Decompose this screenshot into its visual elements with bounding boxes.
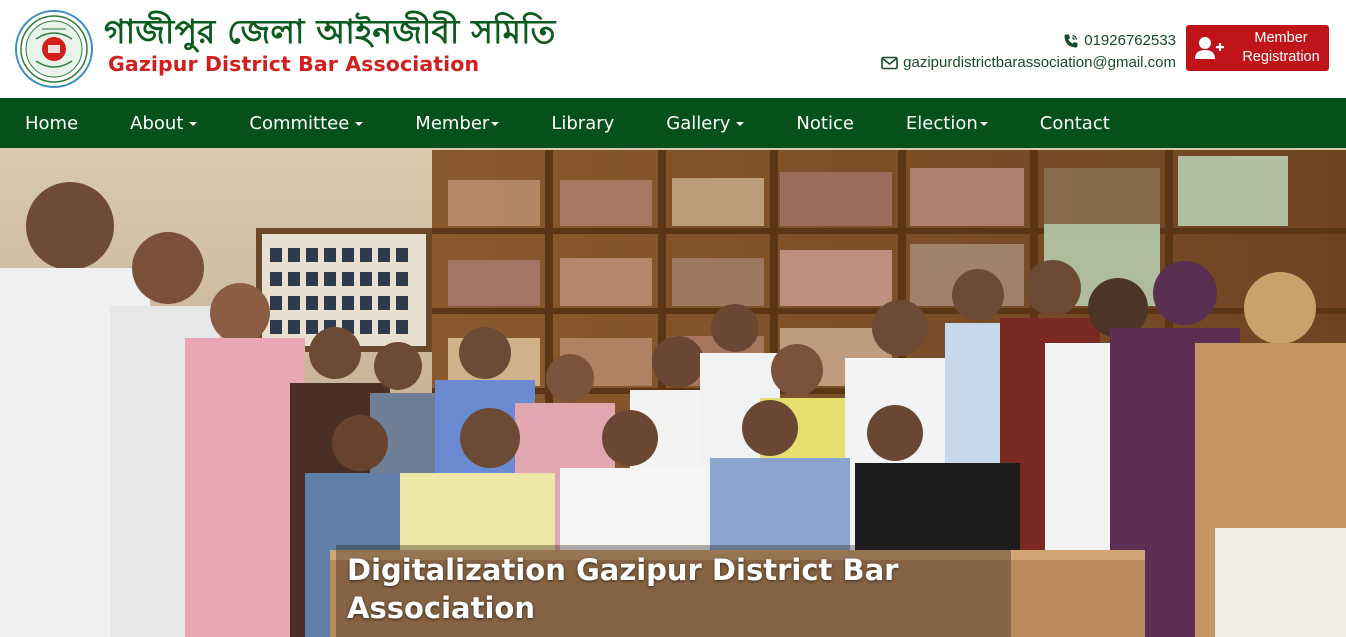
nav-label: Committee: [249, 112, 350, 134]
caret-down-icon: [355, 122, 364, 126]
nav-member[interactable]: Member: [415, 112, 500, 134]
member-registration-button[interactable]: Member Registration: [1186, 25, 1329, 71]
envelope-icon: [881, 56, 898, 70]
email-address[interactable]: gazipurdistrictbarassociation@gmail.com: [903, 52, 1176, 74]
caret-down-icon: [979, 122, 988, 126]
nav-notice[interactable]: Notice: [796, 113, 854, 134]
main-nav: Home About Committee Member Library Gall…: [0, 98, 1346, 148]
nav-label: Gallery: [666, 112, 731, 134]
contact-info: 01926762533 gazipurdistrictbarassociatio…: [881, 30, 1176, 74]
phone-row: 01926762533: [881, 30, 1176, 52]
phone-icon: [1063, 33, 1079, 49]
nav-label: Election: [905, 112, 978, 134]
nav-label: Library: [551, 112, 615, 134]
nav-label: Contact: [1039, 112, 1110, 134]
nav-committee[interactable]: Committee: [249, 112, 364, 134]
register-label-line2: Registration: [1242, 49, 1320, 65]
nav-label: Home: [25, 112, 79, 134]
nav-about[interactable]: About: [130, 112, 198, 134]
site-header: গাজীপুর জেলা আইনজীবী সমিতি Gazipur Distr…: [0, 0, 1346, 98]
member-registration-label: Member Registration: [1235, 29, 1327, 67]
nav-election[interactable]: Election: [906, 113, 988, 134]
caret-down-icon: [189, 122, 198, 126]
hero-slider[interactable]: Digitalization Gazipur District Bar Asso…: [0, 148, 1346, 637]
nav-label: About: [130, 112, 184, 134]
caret-down-icon: [736, 122, 745, 126]
nav-library[interactable]: Library: [551, 113, 614, 134]
nav-home[interactable]: Home: [25, 113, 78, 134]
register-label-line1: Member: [1254, 30, 1308, 46]
slide-caption[interactable]: Digitalization Gazipur District Bar Asso…: [347, 551, 967, 627]
nav-label: Notice: [796, 112, 854, 134]
caret-down-icon: [491, 122, 500, 126]
user-plus-icon: [1195, 35, 1225, 61]
bar-association-seal-icon[interactable]: [14, 9, 94, 89]
phone-number[interactable]: 01926762533: [1084, 30, 1176, 52]
email-row: gazipurdistrictbarassociation@gmail.com: [881, 52, 1176, 74]
nav-label: Member: [415, 112, 490, 134]
site-title-english[interactable]: Gazipur District Bar Association: [108, 52, 479, 76]
nav-contact[interactable]: Contact: [1040, 113, 1110, 134]
nav-gallery[interactable]: Gallery: [666, 112, 745, 134]
